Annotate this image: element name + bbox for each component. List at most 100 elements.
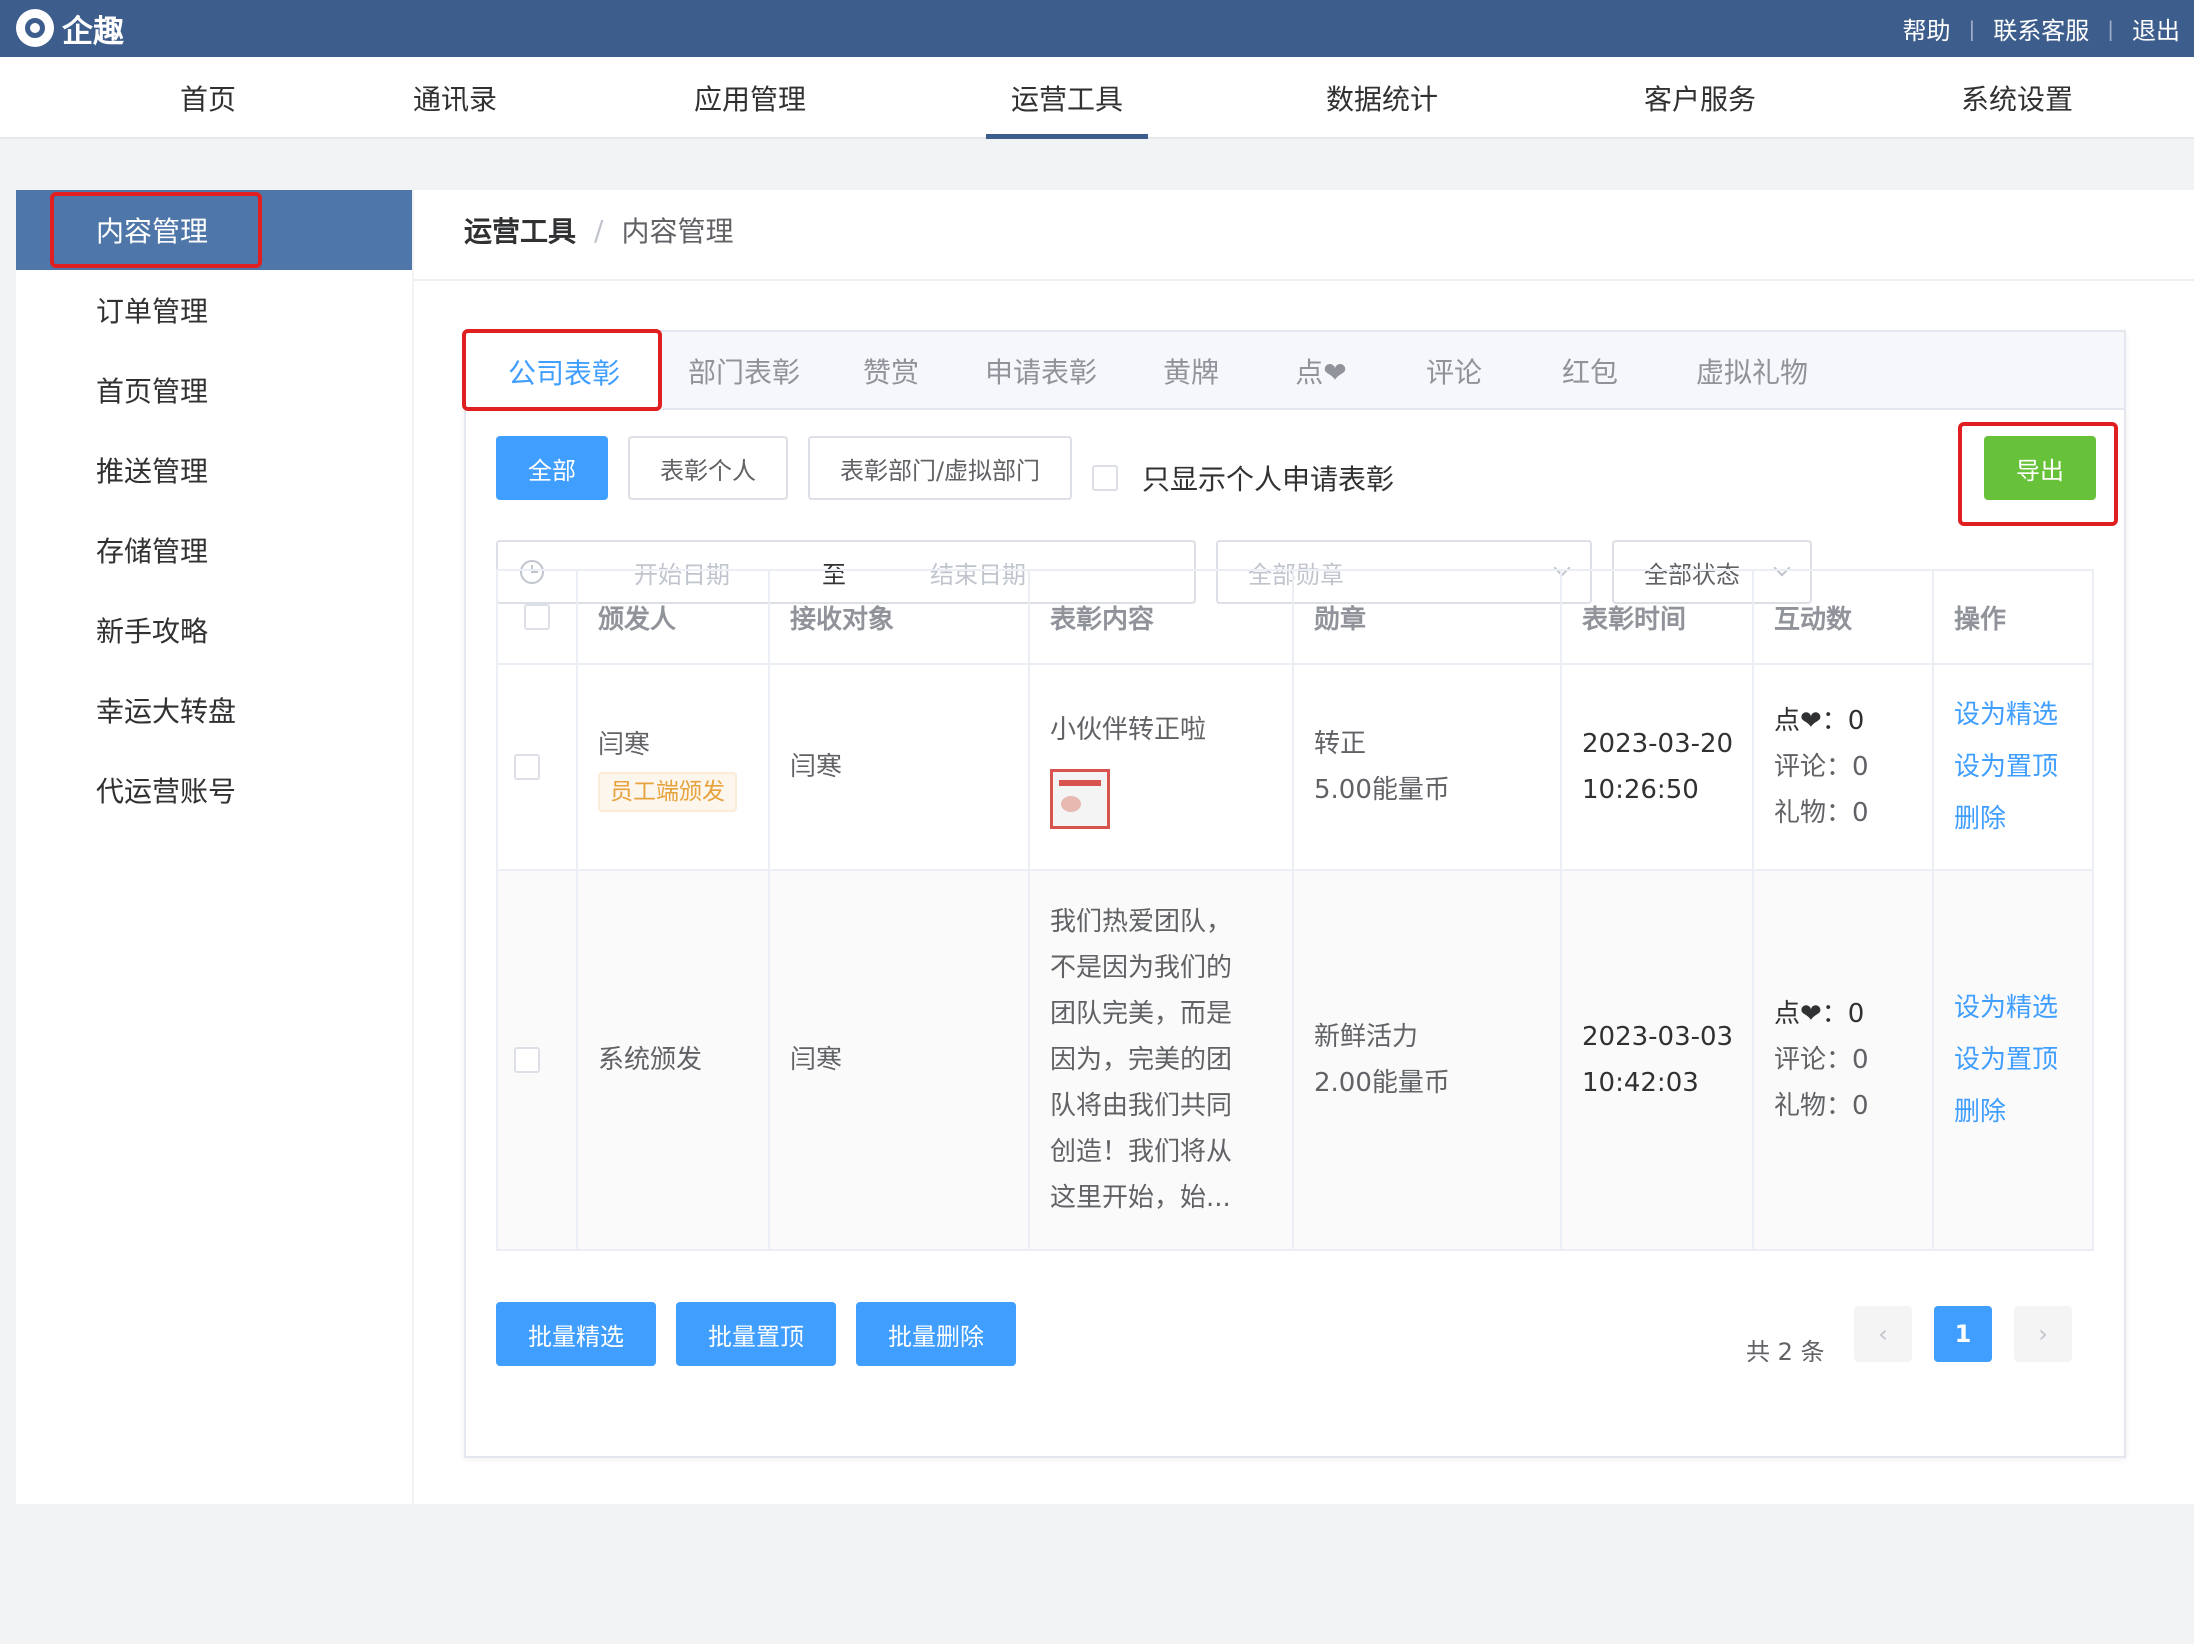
set-featured-link[interactable]: 设为精选 — [1954, 689, 2092, 741]
row-select-cell — [498, 871, 578, 1249]
column-header: 互动数 — [1754, 571, 1934, 665]
medal-cell: 转正 5.00能量币 — [1294, 665, 1562, 869]
top-bar: 企趣 帮助 | 联系客服 | 退出 — [0, 0, 2194, 57]
select-all-checkbox[interactable] — [524, 604, 550, 630]
commendation-time: 10:26:50 — [1582, 775, 1699, 805]
top-links: 帮助 | 联系客服 | 退出 — [1903, 0, 2181, 57]
only-personal-label: 只显示个人申请表彰 — [1142, 463, 1395, 496]
issuer-name: 系统颁发 — [598, 1045, 703, 1075]
sidebar-item-content-management[interactable]: 内容管理 — [16, 190, 412, 270]
tab-virtual-gift[interactable]: 虚拟礼物 — [1658, 332, 1846, 410]
batch-delete-button[interactable]: 批量删除 — [856, 1302, 1016, 1366]
sidebar-item-push-management[interactable]: 推送管理 — [16, 430, 412, 510]
receiver-cell: 闫寒 — [770, 871, 1030, 1249]
tab-company-commendation[interactable]: 公司表彰 — [466, 332, 662, 412]
column-header: 操作 — [1934, 571, 2092, 665]
commendation-time: 10:42:03 — [1582, 1068, 1699, 1098]
pagination-page-button[interactable]: 1 — [1934, 1306, 1992, 1362]
issuer-cell: 系统颁发 — [578, 871, 770, 1249]
nav-system-settings[interactable]: 系统设置 — [1947, 57, 2087, 139]
medal-name: 转正 — [1314, 729, 1367, 759]
sidebar-item-lucky-wheel[interactable]: 幸运大转盘 — [16, 670, 412, 750]
actions-cell: 设为精选 设为置顶 删除 — [1934, 665, 2092, 869]
breadcrumb-parent[interactable]: 运营工具 — [464, 210, 576, 250]
nav-home[interactable]: 首页 — [148, 57, 268, 139]
pagination-next-button[interactable]: › — [2014, 1306, 2072, 1362]
tab-comments[interactable]: 评论 — [1386, 332, 1522, 410]
content-image-thumbnail[interactable] — [1050, 769, 1110, 829]
help-link[interactable]: 帮助 — [1903, 11, 1951, 46]
content-cell: 小伙伴转正啦 — [1030, 665, 1294, 869]
nav-data-statistics[interactable]: 数据统计 — [1312, 57, 1452, 139]
content-line: 因为，完美的团 — [1050, 1045, 1233, 1075]
nav-customer-service[interactable]: 客户服务 — [1630, 57, 1770, 139]
contact-support-link[interactable]: 联系客服 — [1993, 11, 2089, 46]
row-checkbox[interactable] — [514, 1047, 540, 1073]
divider: | — [1968, 16, 1976, 41]
table-row: 系统颁发 闫寒 我们热爱团队， 不是因为我们的 团队完美，而是 因为，完美的团 … — [498, 871, 2092, 1249]
only-personal-checkbox[interactable]: 只显示个人申请表彰 — [1092, 458, 1394, 498]
gifts-count: 礼物：0 — [1774, 1091, 1869, 1121]
medal-cell: 新鲜活力 2.00能量币 — [1294, 871, 1562, 1249]
comments-count: 评论：0 — [1774, 1045, 1869, 1075]
filter-all-button[interactable]: 全部 — [496, 436, 608, 500]
export-button[interactable]: 导出 — [1984, 436, 2096, 500]
column-header: 接收对象 — [770, 571, 1030, 665]
column-header: 表彰内容 — [1030, 571, 1294, 665]
row-select-cell — [498, 665, 578, 869]
logo-text: 企趣 — [62, 13, 124, 50]
nav-operation-tools[interactable]: 运营工具 — [986, 57, 1148, 139]
gifts-count: 礼物：0 — [1774, 798, 1869, 828]
medal-coins: 5.00能量币 — [1314, 775, 1450, 805]
delete-link[interactable]: 删除 — [1954, 1086, 2092, 1138]
batch-pin-button[interactable]: 批量置顶 — [676, 1302, 836, 1366]
sidebar-item-storage-management[interactable]: 存储管理 — [16, 510, 412, 590]
tab-yellow-card[interactable]: 黄牌 — [1126, 332, 1256, 410]
delete-link[interactable]: 删除 — [1954, 793, 2092, 845]
content-line: 我们热爱团队， — [1050, 907, 1233, 937]
content-line: 这里开始，始... — [1050, 1183, 1231, 1213]
column-header: 表彰时间 — [1562, 571, 1754, 665]
tab-likes[interactable]: 点❤ — [1256, 332, 1386, 410]
sidebar-item-homepage-management[interactable]: 首页管理 — [16, 350, 412, 430]
row-checkbox[interactable] — [514, 754, 540, 780]
content-line: 创造！我们将从 — [1050, 1137, 1233, 1167]
app-logo[interactable]: 企趣 — [16, 8, 124, 50]
logout-link[interactable]: 退出 — [2132, 11, 2180, 46]
interaction-cell: 点❤：0 评论：0 礼物：0 — [1754, 871, 1934, 1249]
filter-department-button[interactable]: 表彰部门/虚拟部门 — [808, 436, 1072, 500]
column-header: 勋章 — [1294, 571, 1562, 665]
breadcrumb-current: 内容管理 — [621, 215, 734, 248]
checkbox[interactable] — [1092, 465, 1118, 491]
comments-count: 评论：0 — [1774, 752, 1869, 782]
issuer-cell: 闫寒 员工端颁发 — [578, 665, 770, 869]
actions-cell: 设为精选 设为置顶 删除 — [1934, 871, 2092, 1249]
pagination-prev-button[interactable]: ‹ — [1854, 1306, 1912, 1362]
tab-appreciation[interactable]: 赞赏 — [826, 332, 956, 410]
sidebar-item-beginner-guide[interactable]: 新手攻略 — [16, 590, 412, 670]
sidebar-item-order-management[interactable]: 订单管理 — [16, 270, 412, 350]
tab-department-commendation[interactable]: 部门表彰 — [662, 332, 826, 410]
tab-apply-commendation[interactable]: 申请表彰 — [956, 332, 1126, 410]
receiver-cell: 闫寒 — [770, 665, 1030, 869]
medal-coins: 2.00能量币 — [1314, 1068, 1450, 1098]
set-pinned-link[interactable]: 设为置顶 — [1954, 741, 2092, 793]
likes-count: 点❤：0 — [1774, 999, 1865, 1029]
set-pinned-link[interactable]: 设为置顶 — [1954, 1034, 2092, 1086]
content-panel: 公司表彰 部门表彰 赞赏 申请表彰 黄牌 点❤ 评论 红包 虚拟礼物 全部 表彰… — [464, 330, 2126, 1458]
content-area: 运营工具 / 内容管理 公司表彰 部门表彰 赞赏 申请表彰 黄牌 点❤ 评论 红… — [414, 190, 2194, 1504]
set-featured-link[interactable]: 设为精选 — [1954, 982, 2092, 1034]
commendation-date: 2023-03-03 — [1582, 1022, 1734, 1052]
batch-feature-button[interactable]: 批量精选 — [496, 1302, 656, 1366]
medal-name: 新鲜活力 — [1314, 1022, 1419, 1052]
commendation-table: 颁发人 接收对象 表彰内容 勋章 表彰时间 互动数 操作 闫寒 员工端颁发 闫寒 — [496, 569, 2094, 1251]
nav-app-management[interactable]: 应用管理 — [680, 57, 820, 139]
filter-individual-button[interactable]: 表彰个人 — [628, 436, 788, 500]
tab-red-packet[interactable]: 红包 — [1522, 332, 1658, 410]
nav-contacts[interactable]: 通讯录 — [395, 57, 515, 139]
content-line: 团队完美，而是 — [1050, 999, 1233, 1029]
time-cell: 2023-03-20 10:26:50 — [1562, 665, 1754, 869]
sidebar-item-agency-account[interactable]: 代运营账号 — [16, 750, 412, 830]
divider — [414, 279, 2194, 281]
pagination-total: 共 2 条 — [1746, 1338, 1825, 1366]
